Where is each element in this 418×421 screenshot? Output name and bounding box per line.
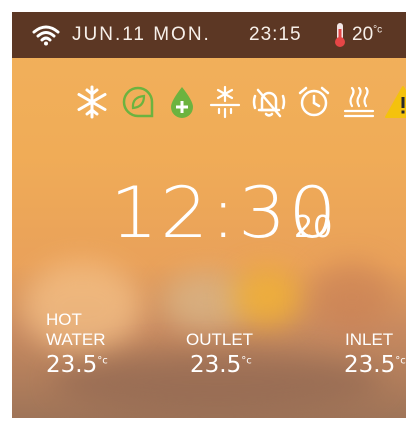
inlet-value: 23.5: [344, 352, 396, 378]
floor-heating-icon[interactable]: [342, 84, 376, 120]
status-date: JUN.11 MON.: [72, 24, 211, 45]
reading-hot-water-value: 23.5°c: [46, 352, 108, 378]
outlet-label: OUTLET: [186, 330, 254, 349]
inlet-unit: °c: [395, 355, 406, 367]
eco-leaf-icon[interactable]: [120, 84, 156, 120]
warning-icon[interactable]: [384, 84, 406, 120]
status-time: 23:15: [249, 24, 302, 45]
reading-outlet-value: 23.5°c: [190, 352, 252, 378]
outlet-unit: °c: [241, 355, 252, 367]
outlet-value: 23.5: [190, 352, 242, 378]
inlet-label: INLET: [345, 330, 394, 349]
defrost-icon[interactable]: [208, 84, 242, 120]
mute-bell-icon[interactable]: [250, 84, 288, 120]
background-blur: [312, 262, 392, 332]
hot-water-value: 23.5: [46, 352, 98, 378]
reading-inlet-value: 23.5°c: [344, 352, 406, 378]
alarm-clock-icon[interactable]: [296, 84, 332, 120]
status-temperature: 20°c: [352, 24, 382, 46]
main-clock-seconds: 20: [294, 210, 333, 245]
hot-water-label-line1: HOT: [46, 310, 82, 329]
status-temperature-unit: °c: [373, 24, 383, 36]
wifi-icon: [32, 25, 60, 46]
reading-outlet-label: OUTLET: [186, 330, 253, 350]
background-blur: [232, 267, 302, 327]
water-drop-plus-icon[interactable]: [166, 84, 198, 120]
reading-inlet-label: INLET: [345, 330, 393, 350]
status-bar: JUN.11 MON. 23:15 20°c: [12, 12, 406, 58]
hot-water-label-line2: WATER: [46, 330, 106, 349]
status-temperature-value: 20: [352, 24, 374, 45]
thermometer-icon: [335, 23, 345, 47]
thermostat-screen: JUN.11 MON. 23:15 20°c 12:30 20 HOT WATE…: [12, 12, 406, 418]
snowflake-icon[interactable]: [74, 84, 110, 120]
reading-hot-water-label: HOT WATER: [46, 310, 106, 350]
hot-water-unit: °c: [97, 355, 108, 367]
